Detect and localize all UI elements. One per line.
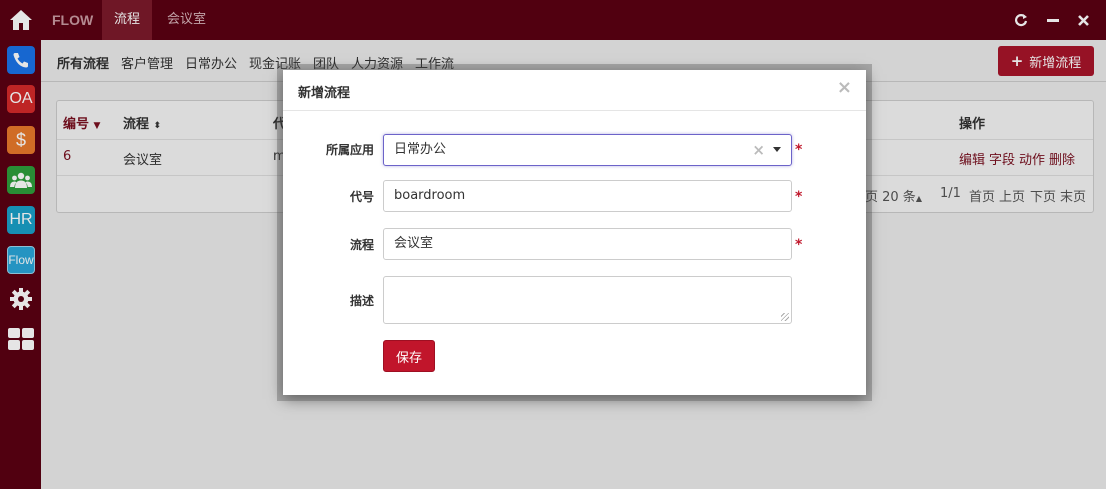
- code-input[interactable]: boardroom: [383, 180, 792, 212]
- divider: [283, 110, 866, 111]
- flow-label: 流程: [349, 238, 374, 252]
- new-flow-dialog: 新增流程 × 所属应用 日常办公 × * 代号 boardroom * 流程 会…: [283, 70, 866, 395]
- clear-icon[interactable]: ×: [752, 135, 765, 165]
- app-select[interactable]: 日常办公 ×: [383, 134, 792, 166]
- code-label: 代号: [349, 190, 374, 204]
- app-label: 所属应用: [325, 143, 374, 157]
- description-label: 描述: [349, 294, 374, 308]
- required-mark: *: [795, 142, 803, 158]
- save-button[interactable]: 保存: [383, 340, 435, 372]
- dialog-close-button[interactable]: ×: [837, 77, 852, 98]
- flow-name-input[interactable]: 会议室: [383, 228, 792, 260]
- app-select-value: 日常办公: [394, 142, 447, 157]
- chevron-down-icon[interactable]: [773, 147, 781, 152]
- required-mark: *: [795, 237, 803, 253]
- required-mark: *: [795, 189, 803, 205]
- dialog-title: 新增流程: [298, 86, 351, 101]
- description-textarea[interactable]: [383, 276, 792, 324]
- resize-handle-icon[interactable]: [781, 313, 789, 321]
